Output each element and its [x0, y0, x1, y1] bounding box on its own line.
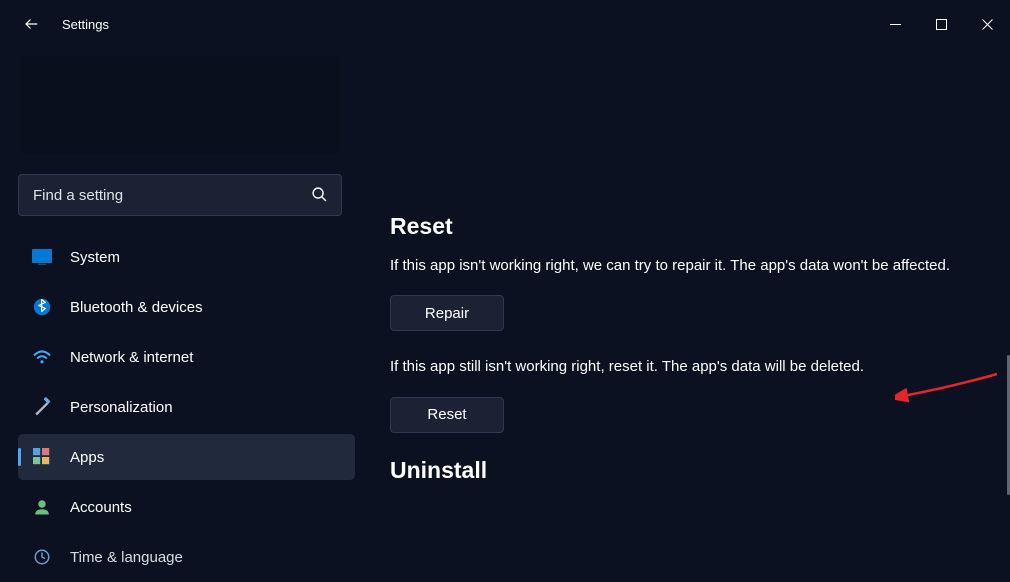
reset-description: If this app still isn't working right, r… [390, 355, 950, 378]
minimize-button[interactable] [872, 9, 918, 39]
app-title: Settings [62, 17, 109, 32]
sidebar-item-label: Accounts [70, 499, 132, 516]
main-content: Reset If this app isn't working right, w… [360, 48, 1010, 582]
sidebar-item-apps[interactable]: Apps [18, 434, 355, 480]
sidebar-item-label: Time & language [70, 549, 183, 566]
sidebar-item-bluetooth[interactable]: Bluetooth & devices [18, 284, 355, 330]
search-input[interactable] [18, 174, 342, 216]
reset-heading: Reset [390, 213, 980, 240]
uninstall-heading: Uninstall [390, 457, 980, 484]
back-arrow-icon [23, 15, 41, 33]
reset-button[interactable]: Reset [390, 397, 504, 433]
display-icon [32, 247, 52, 267]
titlebar: Settings [0, 0, 1010, 48]
content: System Bluetooth & devices Network & int… [0, 48, 1010, 582]
search-icon [311, 186, 328, 208]
sidebar-item-label: Apps [70, 449, 104, 466]
person-icon [32, 497, 52, 517]
close-icon [982, 19, 993, 30]
sidebar-item-label: Network & internet [70, 349, 193, 366]
maximize-icon [936, 19, 947, 30]
sidebar-item-label: Bluetooth & devices [70, 299, 203, 316]
titlebar-left: Settings [20, 12, 109, 36]
window-controls [872, 9, 1010, 39]
sidebar-item-system[interactable]: System [18, 234, 355, 280]
sidebar: System Bluetooth & devices Network & int… [0, 48, 360, 582]
sidebar-item-label: System [70, 249, 120, 266]
maximize-button[interactable] [918, 9, 964, 39]
search-wrap [18, 174, 342, 216]
repair-description: If this app isn't working right, we can … [390, 254, 950, 277]
paintbrush-icon [32, 397, 52, 417]
apps-icon [32, 447, 52, 467]
close-button[interactable] [964, 9, 1010, 39]
reset-button-label: Reset [427, 406, 466, 423]
sidebar-item-network[interactable]: Network & internet [18, 334, 355, 380]
repair-button-label: Repair [425, 305, 469, 322]
wifi-icon [32, 347, 52, 367]
back-button[interactable] [20, 12, 44, 36]
minimize-icon [890, 19, 901, 30]
sidebar-item-time-language[interactable]: Time & language [18, 534, 355, 580]
sidebar-item-personalization[interactable]: Personalization [18, 384, 355, 430]
sidebar-item-label: Personalization [70, 399, 173, 416]
nav-list: System Bluetooth & devices Network & int… [0, 234, 360, 580]
bluetooth-icon [32, 297, 52, 317]
globe-clock-icon [32, 547, 52, 567]
sidebar-item-accounts[interactable]: Accounts [18, 484, 355, 530]
repair-button[interactable]: Repair [390, 295, 504, 331]
user-block [20, 56, 340, 154]
